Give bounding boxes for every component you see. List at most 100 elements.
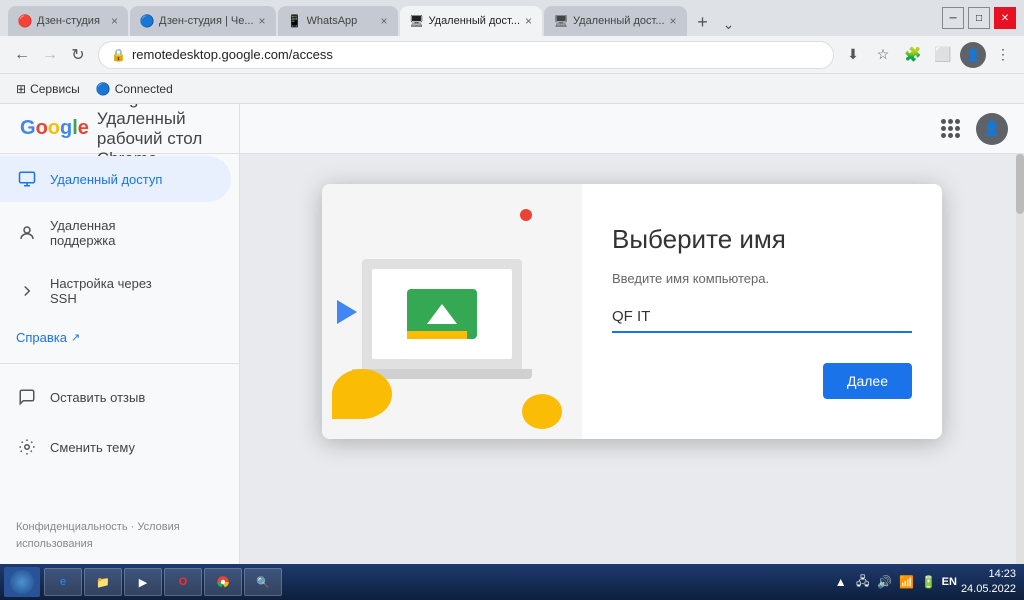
- illus-upload-icon: [427, 304, 457, 324]
- apps-grid-button[interactable]: [936, 115, 964, 143]
- volume-icon: 🔊: [876, 573, 894, 591]
- language-indicator[interactable]: EN: [942, 576, 957, 588]
- taskbar-opera[interactable]: O: [164, 568, 202, 596]
- illus-laptop-screen: [362, 259, 522, 369]
- reload-button[interactable]: ↻: [64, 41, 92, 69]
- new-tab-button[interactable]: +: [689, 8, 717, 36]
- scrollbar[interactable]: [1016, 154, 1024, 564]
- feedback-icon: [16, 386, 38, 408]
- tab4-label: Удаленный дост...: [429, 15, 520, 27]
- media-icon: ▶: [135, 574, 151, 590]
- bookmark-button[interactable]: ☆: [870, 42, 896, 68]
- start-orb-icon: [10, 570, 34, 594]
- start-button[interactable]: [4, 567, 40, 597]
- sidebar-divider: [0, 363, 239, 364]
- tab3-close[interactable]: ×: [381, 14, 388, 28]
- tabs-bar: 🔴 Дзен-студия × 🔵 Дзен-студия | Че... × …: [0, 0, 1024, 36]
- illus-screen-content: [372, 269, 512, 359]
- search-icon: 🔍: [255, 574, 271, 590]
- taskbar-apps: e 📁 ▶ O 🔍: [44, 568, 832, 596]
- tab3-label: WhatsApp: [307, 15, 376, 27]
- user-avatar[interactable]: 👤: [976, 113, 1008, 145]
- privacy-link[interactable]: Конфиденциальность: [16, 521, 128, 533]
- tab-dzen1[interactable]: 🔴 Дзен-студия ×: [8, 6, 128, 36]
- ie-icon: e: [55, 574, 71, 590]
- sidebar-item-theme[interactable]: Сменить тему: [0, 424, 231, 470]
- taskbar-media[interactable]: ▶: [124, 568, 162, 596]
- remote-access-icon: [16, 168, 38, 190]
- taskbar-chrome[interactable]: [204, 568, 242, 596]
- dialog-illustration: [322, 184, 582, 439]
- sidebar-help-label: Справка: [16, 330, 67, 345]
- maximize-button[interactable]: □: [968, 7, 990, 29]
- extensions-button[interactable]: 🧩: [900, 42, 926, 68]
- taskbar-search[interactable]: 🔍: [244, 568, 282, 596]
- taskbar-ie[interactable]: e: [44, 568, 82, 596]
- minimize-button[interactable]: ─: [942, 7, 964, 29]
- apps-grid-icon: [941, 119, 960, 138]
- tab-remote2[interactable]: 🖥 Удаленный дост... ×: [544, 6, 687, 36]
- sidebar: Google Google Удаленный рабочий стол Chr…: [0, 104, 240, 564]
- forward-button[interactable]: →: [36, 41, 64, 69]
- tab-whatsapp[interactable]: 📱 WhatsApp ×: [278, 6, 398, 36]
- address-text: remotedesktop.google.com/access: [132, 47, 821, 62]
- next-button[interactable]: Далее: [823, 363, 912, 399]
- signal-icon: 📶: [898, 573, 916, 591]
- toolbar-icons: ⬇ ☆ 🧩 ⬜ 👤 ⋮: [840, 42, 1016, 68]
- page-header: Google Google Удаленный рабочий стол Chr…: [0, 104, 239, 154]
- scrollbar-thumb[interactable]: [1016, 154, 1024, 214]
- taskbar-tray: ▲ 🖧 🔊 📶 🔋 EN 14:23 24.05.2022: [832, 567, 1020, 598]
- sidebar-footer: Конфиденциальность · Условия использован…: [0, 507, 239, 564]
- menu-button[interactable]: ⋮: [990, 42, 1016, 68]
- back-button[interactable]: ←: [8, 41, 36, 69]
- cast-button[interactable]: ⬜: [930, 42, 956, 68]
- services-icon: ⊞: [16, 82, 26, 96]
- dialog-content: Выберите имя Введите имя компьютера. Дал…: [582, 184, 942, 439]
- tab3-icon: 📱: [288, 14, 302, 28]
- tray-arrow[interactable]: ▲: [832, 573, 850, 591]
- sidebar-item-remote-access[interactable]: Удаленный доступ: [0, 156, 231, 202]
- bookmark-connected[interactable]: 🔵 Connected: [88, 77, 181, 101]
- sidebar-item-remote-access-label: Удаленный доступ: [50, 172, 162, 187]
- tab1-close[interactable]: ×: [111, 14, 118, 28]
- taskbar: e 📁 ▶ O 🔍 ▲ 🖧 🔊 📶: [0, 564, 1024, 600]
- sidebar-item-ssh[interactable]: Настройка черезSSH: [0, 264, 231, 318]
- help-external-icon: ↗: [71, 331, 80, 344]
- main-area: 👤: [240, 104, 1024, 564]
- sidebar-item-feedback[interactable]: Оставить отзыв: [0, 374, 231, 420]
- tab2-label: Дзен-студия | Че...: [159, 15, 254, 27]
- browser-toolbar: ← → ↻ 🔒 remotedesktop.google.com/access …: [0, 36, 1024, 74]
- bookmark-connected-label: Connected: [115, 82, 173, 96]
- hp-icon: 🔵: [96, 82, 111, 96]
- tab4-close[interactable]: ×: [525, 14, 532, 28]
- header-right: 👤: [936, 113, 1008, 145]
- clock-time: 14:23: [961, 567, 1016, 582]
- close-button[interactable]: ✕: [994, 7, 1016, 29]
- content-area: Google Google Удаленный рабочий стол Chr…: [0, 104, 1024, 564]
- tab5-close[interactable]: ×: [670, 14, 677, 28]
- taskbar-explorer[interactable]: 📁: [84, 568, 122, 596]
- sidebar-item-remote-support[interactable]: Удаленнаяподдержка: [0, 206, 231, 260]
- address-bar[interactable]: 🔒 remotedesktop.google.com/access: [98, 41, 834, 69]
- bookmarks-bar: ⊞ Сервисы 🔵 Connected: [0, 74, 1024, 104]
- ssh-icon: [16, 280, 38, 302]
- bookmark-services[interactable]: ⊞ Сервисы: [8, 77, 88, 101]
- illus-laptop: [352, 259, 532, 379]
- clock-date: 24.05.2022: [961, 582, 1016, 597]
- computer-name-input[interactable]: [612, 302, 912, 333]
- tab2-close[interactable]: ×: [259, 14, 266, 28]
- download-button[interactable]: ⬇: [840, 42, 866, 68]
- app-container: 🔴 Дзен-студия × 🔵 Дзен-студия | Че... × …: [0, 0, 1024, 564]
- dialog-actions: Далее: [612, 363, 912, 399]
- tab-remote1[interactable]: 🖥 Удаленный дост... ×: [400, 6, 543, 36]
- dialog-choose-name: Выберите имя Введите имя компьютера. Дал…: [322, 184, 942, 439]
- tab-dzen2[interactable]: 🔵 Дзен-студия | Че... ×: [130, 6, 276, 36]
- browser-title-bar: 🔴 Дзен-студия × 🔵 Дзен-студия | Че... × …: [0, 0, 1024, 104]
- tab-scroll-arrow[interactable]: ⌄: [717, 12, 741, 36]
- sidebar-link-help[interactable]: Справка ↗: [0, 320, 239, 355]
- sidebar-item-theme-label: Сменить тему: [50, 440, 135, 455]
- dialog-title: Выберите имя: [612, 224, 912, 255]
- profile-avatar[interactable]: 👤: [960, 42, 986, 68]
- chrome-icon: [215, 574, 231, 590]
- sidebar-item-feedback-label: Оставить отзыв: [50, 390, 145, 405]
